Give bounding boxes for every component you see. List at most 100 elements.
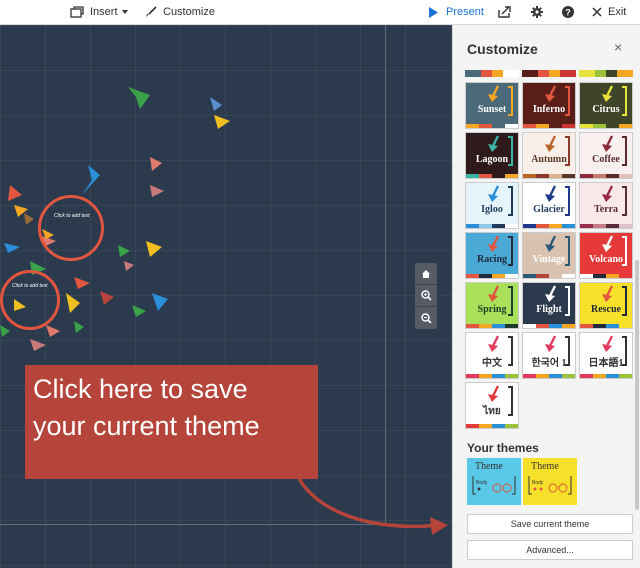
arrow-icon [602, 85, 614, 102]
theme-name: Terra [593, 204, 619, 215]
theme-tile[interactable]: ไทย [465, 382, 519, 429]
color-strip [523, 274, 575, 278]
arrow-icon [602, 285, 614, 302]
color-swatch [523, 274, 536, 278]
save-current-theme-button[interactable]: Save current theme [467, 514, 633, 534]
arrow-icon [545, 285, 557, 302]
color-swatch [536, 374, 549, 378]
color-swatch [536, 324, 549, 328]
theme-tile[interactable]: 中文 [465, 332, 519, 379]
color-strip [466, 224, 518, 228]
zoom-toolbar [415, 263, 437, 329]
color-swatch [536, 124, 549, 128]
customize-panel: Customize × Sunset Inferno Citrus Lagoon Aut… [452, 25, 640, 568]
arrow-icon [488, 385, 500, 402]
text-circle-2[interactable] [0, 270, 60, 330]
color-swatch [606, 224, 619, 228]
color-swatch [549, 124, 562, 128]
tutorial-callout: Click here to save your current theme [25, 365, 318, 479]
color-strip [466, 424, 518, 428]
theme-tile[interactable]: Vintage [522, 232, 576, 279]
color-swatch [523, 174, 536, 178]
color-swatch [619, 374, 632, 378]
theme-tile[interactable]: Inferno [522, 82, 576, 129]
my-theme-2[interactable]: Theme Body [523, 458, 577, 505]
my-theme-1[interactable]: Theme Body [467, 458, 521, 505]
color-swatch [593, 374, 606, 378]
arrow-icon [545, 235, 557, 252]
arrow-icon [488, 235, 500, 252]
color-strip [466, 174, 518, 178]
color-strip [523, 374, 575, 378]
color-strip [466, 374, 518, 378]
presentation-canvas[interactable]: Click to add text Click to add text Clic… [0, 25, 452, 568]
present-button[interactable]: Present [428, 0, 484, 24]
color-strip [523, 224, 575, 228]
panel-title: Customize [467, 41, 538, 57]
color-swatch [606, 374, 619, 378]
arrow-icon [545, 135, 557, 152]
arrow-icon [602, 135, 614, 152]
color-swatch [549, 324, 562, 328]
color-swatch [606, 174, 619, 178]
theme-tile[interactable]: Terra [579, 182, 633, 229]
theme-tile[interactable]: Sunset [465, 82, 519, 129]
help-button[interactable]: ? [562, 0, 574, 24]
settings-button[interactable] [531, 0, 543, 24]
caret-down-icon [121, 10, 128, 14]
color-strip [580, 274, 632, 278]
placeholder-text-1[interactable]: Click to add text [54, 213, 90, 219]
theme-name: Citrus [592, 104, 620, 115]
theme-tile[interactable]: Racing [465, 232, 519, 279]
theme-tile[interactable]: Spring [465, 282, 519, 329]
color-swatch [505, 124, 518, 128]
text-circle-1[interactable] [38, 195, 104, 261]
theme-tile[interactable]: 한국어 1 [522, 332, 576, 379]
theme-tile[interactable]: Igloo [465, 182, 519, 229]
zoom-in-button[interactable] [415, 285, 437, 307]
color-swatch [492, 324, 505, 328]
color-swatch [479, 374, 492, 378]
close-panel-button[interactable]: × [614, 39, 622, 55]
advanced-button[interactable]: Advanced... [467, 540, 633, 560]
share-button[interactable] [498, 0, 511, 24]
theme-tile[interactable]: Citrus [579, 82, 633, 129]
exit-button[interactable]: Exit [592, 0, 626, 24]
color-swatch [593, 274, 606, 278]
zoom-out-button[interactable] [415, 307, 437, 329]
theme-tile[interactable]: Glacier [522, 182, 576, 229]
theme-name: 日本語1 [588, 358, 624, 369]
insert-menu-button[interactable]: Insert [70, 0, 129, 24]
color-swatch [580, 374, 593, 378]
theme-tile[interactable]: 日本語1 [579, 332, 633, 379]
customize-button[interactable]: Customize [145, 0, 215, 24]
color-swatch [549, 374, 562, 378]
color-swatch [619, 174, 632, 178]
color-swatch [593, 324, 606, 328]
theme-name: ไทย [483, 406, 501, 417]
arrow-icon [488, 135, 500, 152]
color-swatch [492, 374, 505, 378]
home-button[interactable] [415, 263, 437, 285]
theme-tile[interactable]: Coffee [579, 132, 633, 179]
theme-tile[interactable]: Autumn [522, 132, 576, 179]
theme-tile[interactable]: Lagoon [465, 132, 519, 179]
color-swatch [523, 224, 536, 228]
theme-name: Sunset [477, 104, 507, 115]
placeholder-text-2[interactable]: Click to add text [12, 283, 48, 289]
color-swatch [505, 224, 518, 228]
theme-preview-graphic [472, 476, 516, 495]
theme-tile[interactable]: Volcano [579, 232, 633, 279]
callout-arrow-icon [290, 458, 448, 535]
color-strip [466, 124, 518, 128]
theme-name: Rescue [591, 304, 621, 315]
color-swatch [606, 274, 619, 278]
color-strip [523, 124, 575, 128]
color-swatch [580, 324, 593, 328]
theme-tile[interactable]: Flight [522, 282, 576, 329]
theme-tile[interactable]: Rescue [579, 282, 633, 329]
help-icon: ? [562, 6, 574, 18]
panel-scrollbar[interactable] [635, 260, 639, 510]
theme-name: Racing [477, 254, 507, 265]
color-swatch [580, 274, 593, 278]
